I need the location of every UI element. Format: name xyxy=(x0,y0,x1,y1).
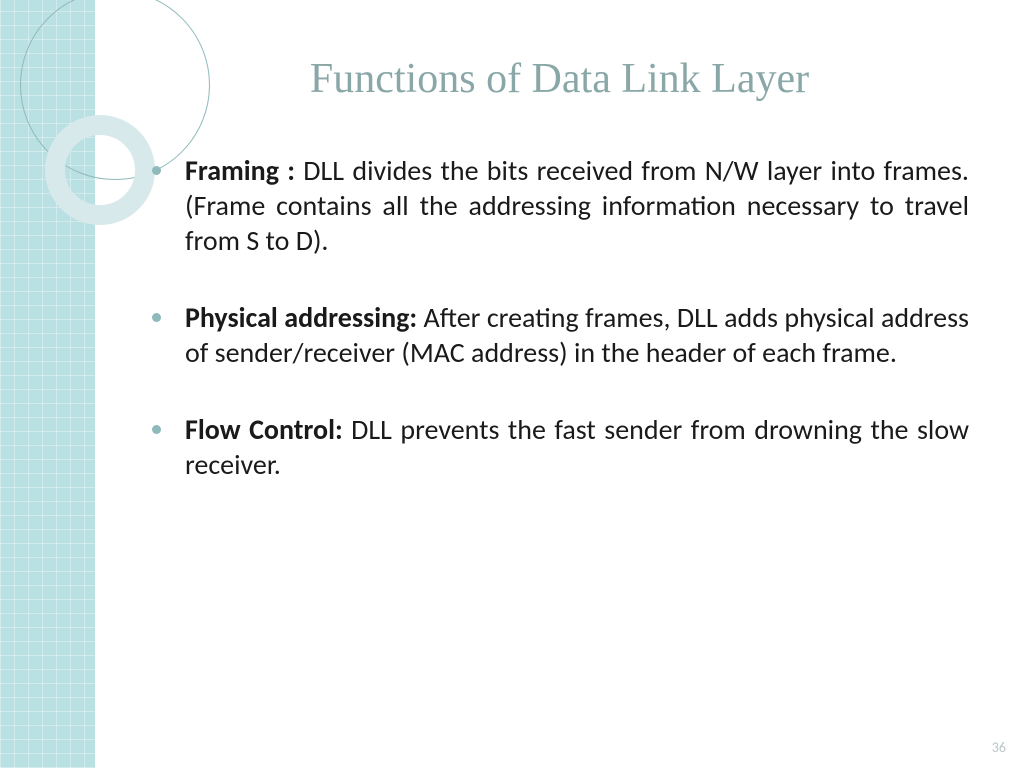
page-number: 36 xyxy=(992,739,1006,756)
bullet-label: Flow Control: xyxy=(185,412,343,447)
bullet-label: Framing : xyxy=(185,153,295,188)
bullet-list: Framing : DLL divides the bits received … xyxy=(150,153,969,482)
bullet-text: DLL divides the bits received from N/W l… xyxy=(185,153,969,258)
bullet-label: Physical addressing: xyxy=(185,300,417,335)
slide: Functions of Data Link Layer Framing : D… xyxy=(0,0,1024,768)
list-item: Physical addressing: After creating fram… xyxy=(180,300,969,370)
list-item: Flow Control: DLL prevents the fast send… xyxy=(180,412,969,482)
slide-content: Functions of Data Link Layer Framing : D… xyxy=(95,0,1024,768)
slide-title: Functions of Data Link Layer xyxy=(150,55,969,103)
list-item: Framing : DLL divides the bits received … xyxy=(180,153,969,258)
